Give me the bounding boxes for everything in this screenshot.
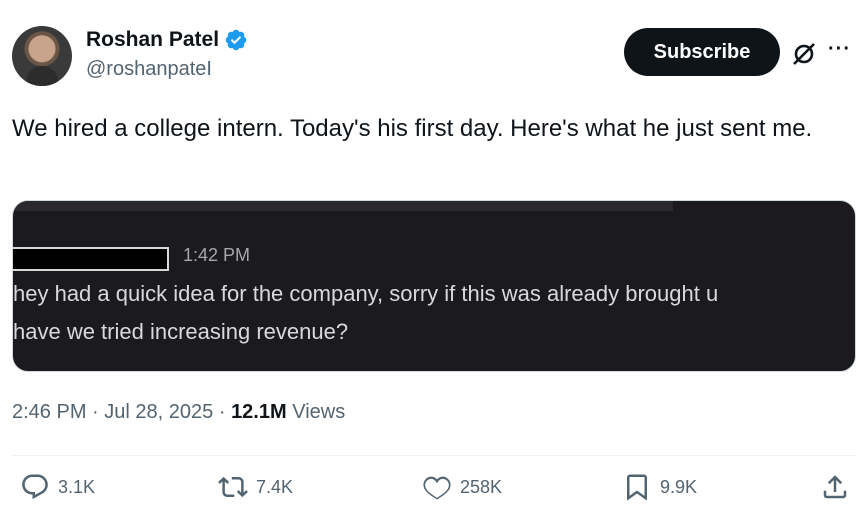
verified-badge-icon xyxy=(225,29,247,51)
share-icon xyxy=(823,475,847,499)
repost-icon xyxy=(218,476,248,498)
tweet-text: We hired a college intern. Today's his f… xyxy=(12,115,813,142)
like-button[interactable]: 258K xyxy=(422,472,502,502)
like-count: 258K xyxy=(460,476,503,497)
media-top-bar xyxy=(13,201,673,211)
author-name[interactable]: Roshan Patel xyxy=(86,28,219,52)
author-handle[interactable]: @roshanpateI xyxy=(86,58,212,81)
divider xyxy=(12,455,856,456)
share-button[interactable] xyxy=(820,472,850,502)
views-label: Views xyxy=(292,401,346,423)
meta-separator-2: · xyxy=(218,401,226,423)
bookmark-count: 9.9K xyxy=(660,476,698,497)
message-timestamp: 1:42 PM xyxy=(183,245,251,265)
tweet-media-image[interactable]: 1:42 PM hey had a quick idea for the com… xyxy=(12,200,856,372)
tweet-header: Roshan Patel @roshanpateI Subscribe ··· xyxy=(12,26,856,90)
reply-button[interactable]: 3.1K xyxy=(20,472,95,502)
tweet-meta: 2:46 PM · Jul 28, 2025 · 12.1M Views xyxy=(12,401,345,424)
bookmark-button[interactable]: 9.9K xyxy=(622,472,697,502)
heart-icon xyxy=(423,476,451,500)
meta-separator: · xyxy=(92,401,99,423)
reply-icon xyxy=(22,474,48,500)
redacted-name-box xyxy=(13,247,169,271)
subscribe-button[interactable]: Subscribe xyxy=(624,28,780,76)
action-bar: 3.1K 7.4K 258K 9.9K xyxy=(12,472,856,506)
tweet-date[interactable]: Jul 28, 2025 xyxy=(104,401,213,423)
grok-icon[interactable] xyxy=(790,40,818,68)
author-name-row: Roshan Patel xyxy=(86,28,248,52)
reply-count: 3.1K xyxy=(58,476,96,497)
tweet-time[interactable]: 2:46 PM xyxy=(12,401,86,423)
message-line-2: have we tried increasing revenue? xyxy=(13,319,349,344)
avatar[interactable] xyxy=(12,26,72,86)
bookmark-icon xyxy=(627,474,647,501)
repost-button[interactable]: 7.4K xyxy=(218,472,293,502)
repost-count: 7.4K xyxy=(256,476,294,497)
views-count: 12.1M xyxy=(231,401,287,423)
message-line-1: hey had a quick idea for the company, so… xyxy=(13,281,719,306)
more-icon[interactable]: ··· xyxy=(828,38,858,62)
